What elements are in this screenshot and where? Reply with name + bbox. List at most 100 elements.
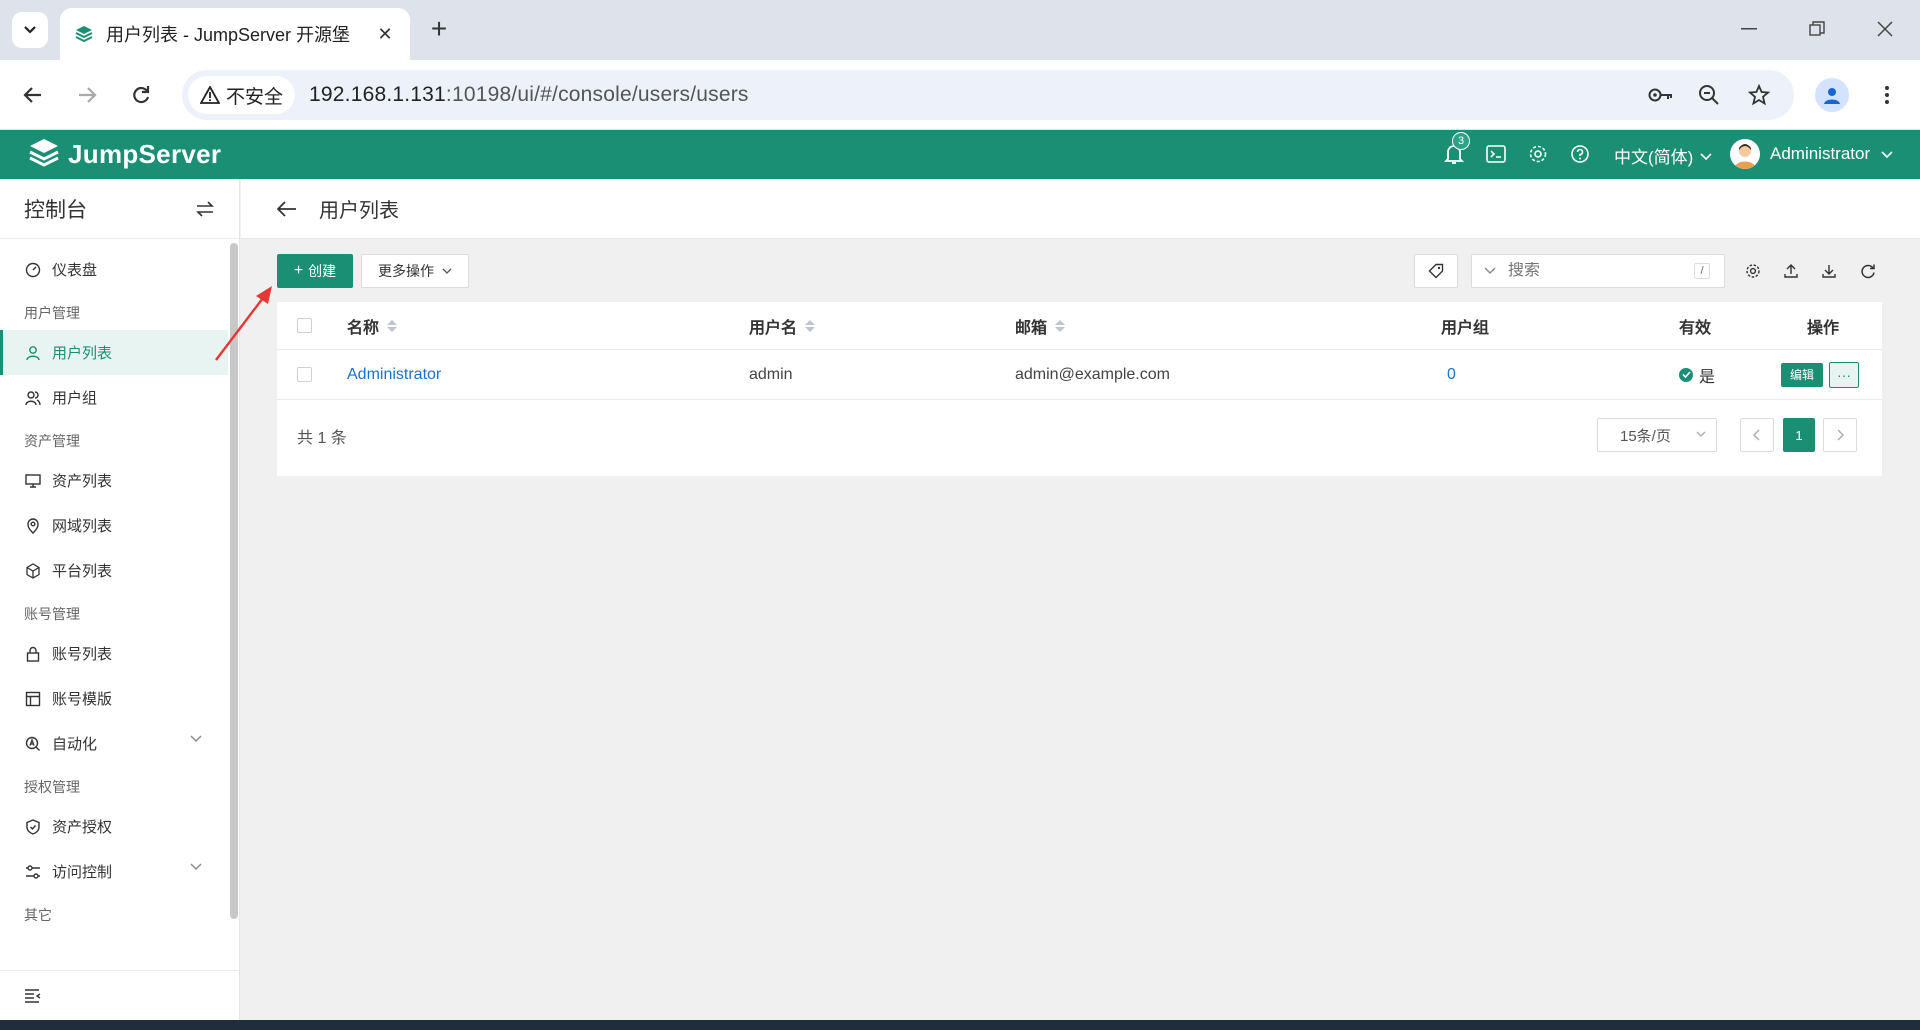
reload-icon[interactable] [124,78,158,112]
column-actions: 操作 [1807,319,1840,337]
sidebar-item-user-groups[interactable]: 用户组 [0,375,228,420]
sidebar-item-label: 资产列表 [52,473,113,490]
sidebar-item-label: 资产授权 [52,819,113,836]
edit-button[interactable]: 编辑 [1781,362,1823,387]
table-row: Administrator admin admin@example.com 0 … [277,350,1882,400]
page-title: 用户列表 [319,200,399,222]
sidebar-item-automation[interactable]: 自动化 [0,721,228,766]
chevron-down-icon [1484,267,1496,274]
terminal-icon[interactable] [1484,142,1508,166]
more-actions-button[interactable]: 更多操作 [361,254,469,288]
sidebar-item-asset-permissions[interactable]: 资产授权 [0,804,228,849]
help-icon[interactable] [1568,142,1592,166]
next-page-button[interactable] [1823,418,1857,452]
sidebar-item-access-control[interactable]: 访问控制 [0,849,228,894]
zoom-icon[interactable] [1696,82,1722,108]
annotation-arrow-icon [215,286,272,361]
back-icon[interactable] [16,78,50,112]
forward-icon[interactable] [70,78,104,112]
sidebar-item-label: 用户列表 [52,345,113,362]
chevron-down-icon [1700,152,1712,160]
user-name-link[interactable]: Administrator [347,350,441,399]
user-valid-status: 是 [1679,350,1715,399]
page-number-current[interactable]: 1 [1783,418,1815,452]
browser-menu-icon[interactable] [1872,78,1902,112]
jumpserver-logo[interactable]: JumpServer [28,137,221,171]
location-pin-icon [24,517,42,535]
browser-tab-active[interactable]: 用户列表 - JumpServer 开源堡 ✕ [60,8,410,60]
more-actions-label: 更多操作 [378,263,434,279]
chevron-down-icon [24,26,36,34]
sort-icon[interactable] [805,319,816,332]
new-tab-button[interactable]: + [424,13,454,44]
back-arrow-icon[interactable] [277,200,297,217]
search-shortcut-hint: / [1694,263,1710,279]
chevron-down-icon [442,268,452,274]
user-menu[interactable]: Administrator [1730,139,1894,169]
user-groups-count[interactable]: 0 [1447,350,1456,399]
search-input[interactable] [1508,262,1678,280]
cube-icon [24,562,42,580]
row-checkbox[interactable] [297,350,312,399]
url-path: :10198/ui/#/console/users/users [445,83,749,106]
table-settings-gear-icon[interactable] [1741,259,1765,283]
sidebar-item-label: 平台列表 [52,563,113,580]
column-email[interactable]: 邮箱 [1015,302,1066,349]
upload-icon[interactable] [1779,259,1803,283]
column-username-label: 用户名 [749,319,798,337]
select-all-checkbox[interactable] [297,302,312,349]
prev-page-button[interactable] [1740,418,1774,452]
column-name[interactable]: 名称 [347,302,398,349]
sidebar-item-users[interactable]: 用户列表 [0,330,228,375]
restore-icon[interactable] [1802,14,1832,44]
refresh-icon[interactable] [1856,259,1880,283]
language-selector[interactable]: 中文(简体) [1614,143,1713,168]
omnibox[interactable]: 不安全 192.168.1.131:10198/ui/#/console/use… [182,70,1794,120]
sort-icon[interactable] [387,319,398,332]
chevron-down-icon [190,863,202,870]
sidebar-collapse-button[interactable] [0,970,240,1020]
sidebar-item-assets[interactable]: 资产列表 [0,458,228,503]
download-icon[interactable] [1817,259,1841,283]
sidebar-item-accounts[interactable]: 账号列表 [0,631,228,676]
search-box[interactable]: / [1471,254,1725,288]
taskbar-strip [0,1020,1920,1030]
tab-search-button[interactable] [12,12,48,48]
minimize-icon[interactable] [1734,14,1764,44]
browser-profile-icon[interactable] [1815,78,1849,112]
sidebar-item-platforms[interactable]: 平台列表 [0,548,228,593]
settings-gear-icon[interactable] [1526,142,1550,166]
create-button[interactable]: + 创建 [277,254,353,288]
security-chip[interactable]: 不安全 [188,76,296,114]
tag-filter-button[interactable] [1414,254,1458,288]
app-header: JumpServer 3 中文(简体) Administrator [0,130,1920,179]
page-size-label: 15条/页 [1620,427,1671,445]
sidebar-item-dashboard[interactable]: 仪表盘 [0,247,228,292]
sidebar-menu: 仪表盘 用户管理 用户列表 用户组 资产管理 资产列表 网域列表 平台列表 账号… [0,239,228,928]
more-row-actions-button[interactable]: ··· [1829,361,1859,388]
template-icon [24,690,42,708]
switch-view-icon[interactable] [195,200,215,217]
sidebar-item-account-templates[interactable]: 账号模版 [0,676,228,721]
chevron-down-icon [190,735,202,742]
sidebar-title: 控制台 [24,198,87,222]
window-close-icon[interactable] [1870,14,1900,44]
user-icon [24,344,42,362]
tab-close-icon[interactable]: ✕ [374,23,396,45]
valid-label: 是 [1699,368,1716,386]
column-groups: 用户组 [1441,319,1490,337]
sidebar: 控制台 仪表盘 用户管理 用户列表 用户组 资产管理 资产列表 网域列表 平台列… [0,179,240,1020]
create-label: 创建 [308,263,337,279]
user-email: admin@example.com [1015,365,1170,383]
column-username[interactable]: 用户名 [749,302,816,349]
sidebar-group-account-mgmt: 账号管理 [24,606,80,622]
notification-badge: 3 [1452,132,1470,150]
page-size-select[interactable]: 15条/页 [1597,418,1717,452]
password-key-icon[interactable] [1648,82,1674,108]
url-text[interactable]: 192.168.1.131:10198/ui/#/console/users/u… [309,83,749,107]
sidebar-item-zones[interactable]: 网域列表 [0,503,228,548]
column-name-label: 名称 [347,319,380,337]
sort-icon[interactable] [1055,319,1066,332]
bookmark-star-icon[interactable] [1746,82,1772,108]
collapse-menu-icon [25,988,41,1003]
